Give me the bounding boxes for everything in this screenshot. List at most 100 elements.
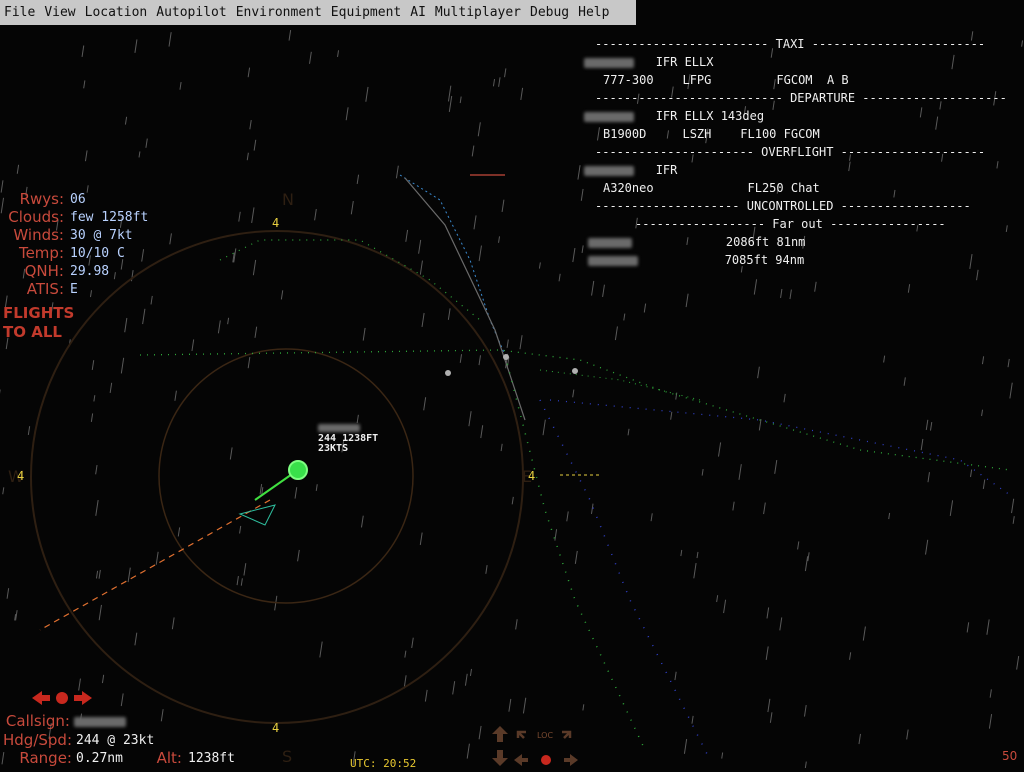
rain-streak [603, 285, 605, 297]
range-label: Range: [0, 749, 72, 767]
taxi-flight-details[interactable]: 777-300 LFPG FGCOM A B [603, 73, 849, 87]
flights-to-all-button[interactable]: FLIGHTS TO ALL [3, 304, 74, 342]
rain-streak [448, 308, 450, 319]
rain-streak [722, 753, 723, 759]
rain-streak [84, 80, 85, 88]
rain-streak [952, 55, 954, 69]
center-view-icon[interactable] [541, 755, 551, 765]
rain-streak [474, 215, 476, 229]
move-right-icon[interactable] [564, 754, 578, 766]
turn-right-arrow-icon[interactable] [74, 691, 92, 705]
callsign-label: Callsign: [0, 712, 70, 730]
departure-flight[interactable]: IFR ELLX 143deg [584, 109, 764, 123]
rain-streak [310, 52, 312, 64]
rain-streak [28, 426, 29, 435]
weather-value-clouds: few 1258ft [70, 210, 148, 225]
target-label[interactable]: 244 1238FT 23KTS [318, 424, 378, 454]
rain-streak [448, 86, 450, 102]
menu-view[interactable]: View [44, 5, 75, 20]
farout-header: ------------------ Far out -------------… [635, 217, 946, 231]
rain-streak [110, 383, 112, 393]
rain-streak [85, 150, 87, 161]
radar-view: N E S W [0, 0, 1024, 768]
move-down-icon[interactable] [492, 750, 508, 766]
rain-streak [926, 420, 928, 430]
weather-label-temp: Temp: [0, 244, 64, 262]
weather-label-qnh: QNH: [0, 262, 64, 280]
rain-streak [555, 529, 557, 540]
rain-streak [889, 513, 890, 519]
move-up-icon[interactable] [492, 726, 508, 742]
taxiway-lines [140, 175, 1010, 760]
weather-label-winds: Winds: [0, 226, 64, 244]
menu-ai[interactable]: AI [410, 5, 426, 20]
rain-streak [575, 551, 577, 564]
rain-streak [741, 266, 742, 272]
rain-streak [405, 651, 406, 658]
rain-streak [479, 355, 480, 365]
rain-streak [907, 730, 908, 740]
rain-streak [412, 638, 414, 648]
rain-streak [253, 260, 255, 275]
rain-streak [453, 681, 455, 694]
rain-streak [539, 262, 540, 268]
weather-label-clouds: Clouds: [0, 208, 64, 226]
rain-streak [218, 320, 220, 333]
extended-centerline [40, 500, 270, 630]
rain-streak [240, 526, 241, 534]
rain-streak [419, 240, 421, 254]
fps-counter: 50 [1002, 749, 1017, 763]
rain-streak [926, 540, 928, 555]
menu-help[interactable]: Help [578, 5, 609, 20]
rain-streak [479, 726, 481, 739]
aircraft-target[interactable] [240, 461, 307, 525]
menu-environment[interactable]: Environment [236, 5, 322, 20]
rotate-left-icon[interactable] [518, 732, 526, 738]
rain-streak [460, 354, 461, 363]
rain-streak [180, 82, 181, 90]
rain-streak [465, 674, 467, 686]
farout-flight[interactable]: 2086ft 81nm [588, 235, 805, 249]
rain-streak [151, 296, 152, 305]
rain-streak [254, 140, 256, 151]
menu-multiplayer[interactable]: Multiplayer [435, 5, 521, 20]
rain-streak [449, 96, 451, 112]
menu-equipment[interactable]: Equipment [331, 5, 401, 20]
menu-file[interactable]: File [4, 5, 35, 20]
rotate-right-icon[interactable] [562, 732, 570, 738]
rain-streak [1012, 499, 1014, 513]
rain-streak [739, 464, 741, 480]
move-left-icon[interactable] [514, 754, 528, 766]
rain-streak [790, 290, 791, 300]
rain-streak [516, 619, 518, 629]
rain-streak [505, 68, 506, 77]
rain-streak [295, 487, 297, 498]
menu-autopilot[interactable]: Autopilot [156, 5, 226, 20]
rain-streak [357, 415, 358, 423]
rain-streak [798, 541, 799, 549]
center-target-icon[interactable] [56, 692, 68, 704]
loc-label[interactable]: LOC [537, 731, 553, 740]
rain-streak [692, 716, 693, 724]
menu-debug[interactable]: Debug [530, 5, 569, 20]
rain-streak [997, 161, 998, 168]
farout-flight-info: 7085ft 94nm [725, 253, 804, 267]
rain-streak [781, 289, 782, 298]
rain-streak [94, 395, 95, 401]
turn-left-arrow-icon[interactable] [32, 691, 50, 705]
rain-streak [17, 165, 18, 174]
rain-streak [733, 502, 734, 511]
rain-streak [567, 511, 568, 521]
rain-streak [99, 605, 101, 620]
rain-streak [768, 699, 770, 712]
airport-light [445, 370, 451, 376]
overflight-flight-details[interactable]: A320neo FL250 Chat [603, 181, 820, 195]
rain-streak [775, 460, 777, 474]
rain-streak [87, 185, 88, 192]
overflight-flight[interactable]: IFR [584, 163, 677, 177]
rain-streak [239, 212, 240, 222]
taxi-flight[interactable]: IFR ELLX [584, 55, 713, 69]
departure-flight-details[interactable]: B1900D LSZH FL100 FGCOM [603, 127, 820, 141]
farout-flight[interactable]: 7085ft 94nm [588, 253, 804, 267]
menu-location[interactable]: Location [85, 5, 148, 20]
